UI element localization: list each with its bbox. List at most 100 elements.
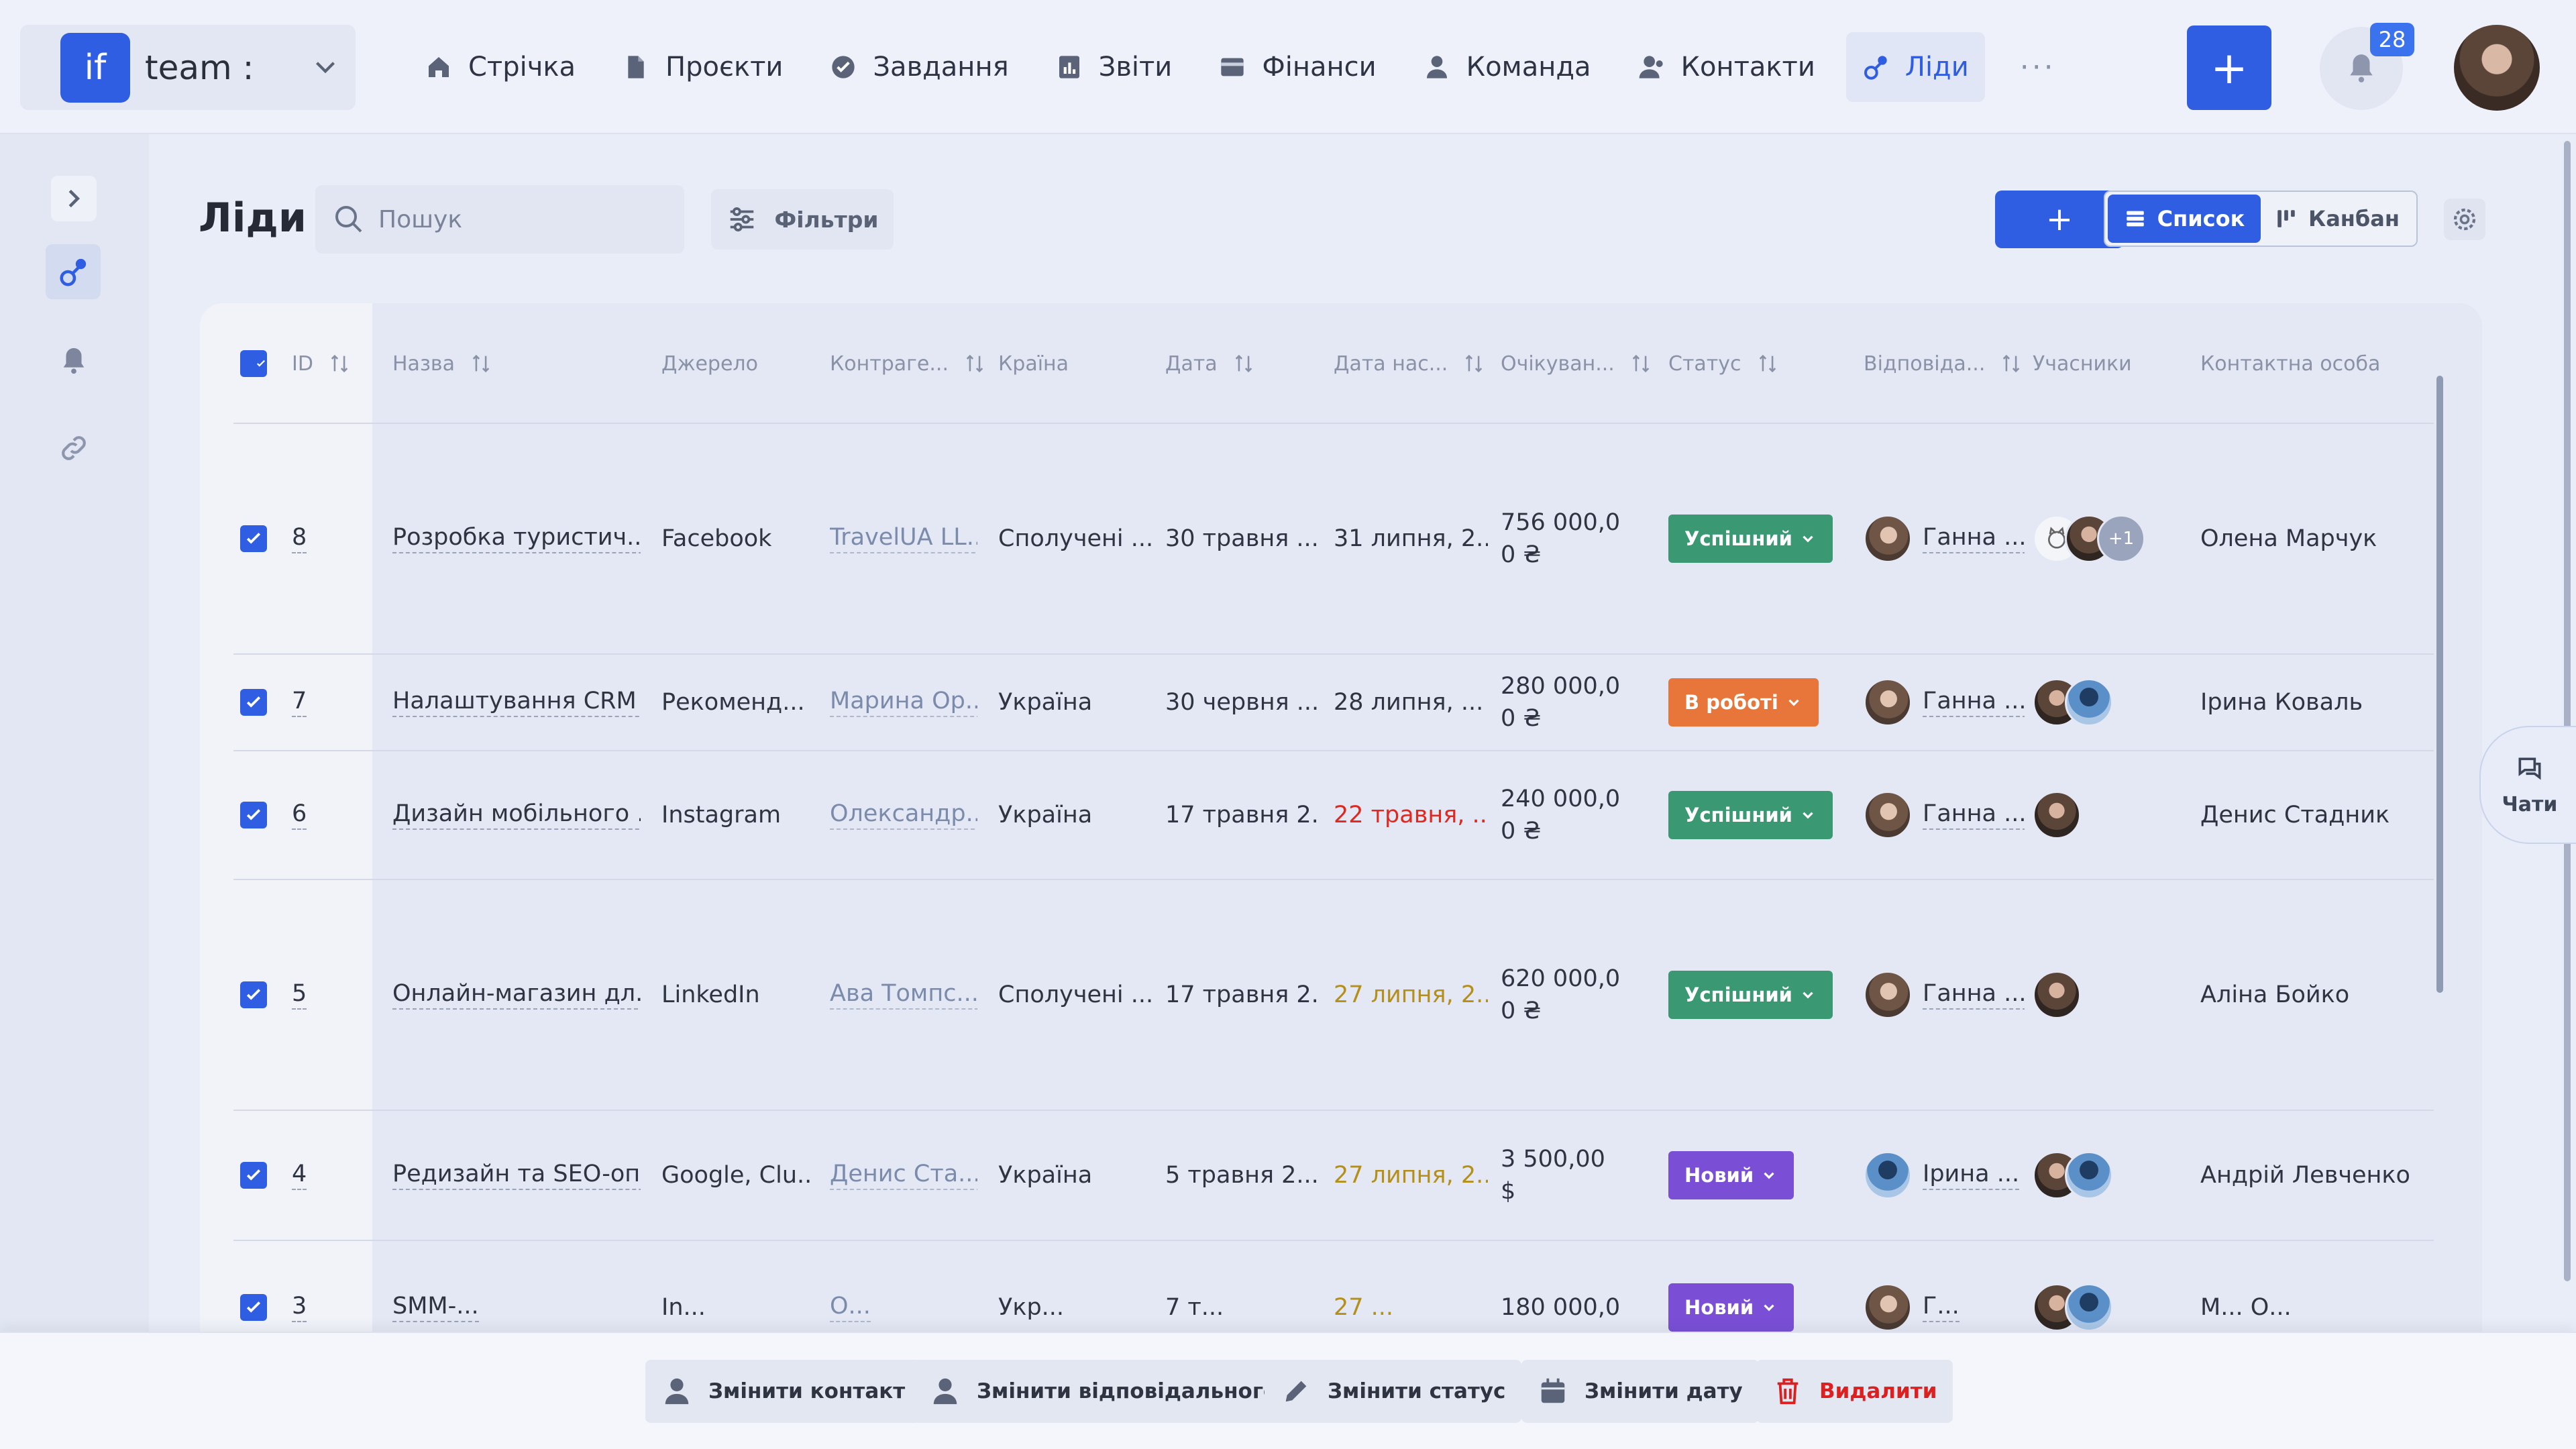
sidebar-item-leads[interactable]	[46, 244, 101, 299]
sidebar-expand-button[interactable]	[51, 176, 97, 221]
search-box[interactable]	[315, 185, 684, 254]
nav-item-projects[interactable]: Проєкти	[606, 32, 799, 102]
row-id[interactable]: 4	[292, 1111, 307, 1240]
nav-item-tasks[interactable]: Завдання	[814, 32, 1024, 102]
status-badge[interactable]: В роботі	[1668, 678, 1819, 727]
row-checkbox[interactable]	[240, 424, 267, 653]
row-name[interactable]: Дизайн мобільного ...	[392, 751, 641, 879]
link-icon	[62, 436, 86, 460]
row-counterparty[interactable]: Марина Ор...	[830, 655, 977, 750]
column-header-id[interactable]: ID	[292, 303, 351, 424]
row-responsible[interactable]: Ірина ...	[1864, 1111, 2025, 1240]
filters-button[interactable]: Фільтри	[711, 189, 894, 250]
view-kanban-button[interactable]: Канбан	[2261, 195, 2414, 243]
status-badge[interactable]: Успішний	[1668, 515, 1833, 563]
search-input[interactable]	[378, 205, 660, 233]
column-header-next-date[interactable]: Дата нас...	[1334, 303, 1485, 424]
nav-more-button[interactable]: ···	[2020, 50, 2056, 85]
delete-button[interactable]: Видалити	[1756, 1360, 1953, 1423]
view-list-button[interactable]: Список	[2108, 195, 2261, 243]
workspace-switcher[interactable]: if team :	[20, 25, 356, 110]
row-counterparty[interactable]: Денис Ста...	[830, 1111, 977, 1240]
row-status[interactable]: В роботі	[1668, 655, 1819, 750]
sliders-icon	[730, 207, 753, 232]
nav-item-feed[interactable]: Стрічка	[409, 32, 592, 102]
chats-button[interactable]: Чати	[2479, 726, 2576, 844]
check-icon	[246, 809, 261, 820]
member-avatar[interactable]	[2065, 1283, 2113, 1332]
nav-label: Ліди	[1904, 52, 1969, 83]
page-scrollbar[interactable]	[2564, 141, 2571, 1281]
row-name[interactable]: Онлайн-магазин дл...	[392, 880, 641, 1110]
nav-item-contacts[interactable]: Контакти	[1622, 32, 1831, 102]
sort-icon	[331, 354, 348, 373]
row-status[interactable]: Успішний	[1668, 880, 1833, 1110]
table-row[interactable]: 6 Дизайн мобільного ... Instagram Олекса…	[233, 751, 2434, 880]
member-avatar[interactable]	[2065, 678, 2113, 727]
status-badge[interactable]: Новий	[1668, 1283, 1794, 1332]
row-id[interactable]: 8	[292, 424, 307, 653]
row-counterparty[interactable]: Олександр...	[830, 751, 977, 879]
member-avatar[interactable]	[2033, 791, 2081, 839]
row-responsible[interactable]: Ганна ...	[1864, 655, 2025, 750]
row-counterparty[interactable]: Ава Томпс...	[830, 880, 977, 1110]
select-all-checkbox[interactable]	[240, 303, 267, 424]
more-members-badge[interactable]: +1	[2097, 515, 2145, 563]
row-id[interactable]: 7	[292, 655, 307, 750]
row-checkbox[interactable]	[240, 655, 267, 750]
nav-item-reports[interactable]: Звіти	[1040, 32, 1189, 102]
row-responsible[interactable]: Ганна ...	[1864, 751, 2025, 879]
table-scrollbar[interactable]	[2436, 376, 2443, 993]
row-next-date: 28 липня, ...	[1334, 689, 1484, 716]
row-contact: Олена Марчук	[2200, 525, 2377, 552]
row-name[interactable]: Налаштування CRM ...	[392, 655, 641, 750]
row-name[interactable]: Редизайн та SEO-оп...	[392, 1111, 641, 1240]
member-avatar[interactable]	[2065, 1151, 2113, 1199]
column-header-responsible[interactable]: Відповіда...	[1864, 303, 2023, 424]
gear-icon	[2453, 208, 2476, 231]
change-date-button[interactable]: Змінити дату	[1521, 1360, 1759, 1423]
row-checkbox[interactable]	[240, 880, 267, 1110]
nav-label: Контакти	[1680, 52, 1815, 83]
row-id[interactable]: 6	[292, 751, 307, 879]
row-status[interactable]: Новий	[1668, 1111, 1794, 1240]
table-row[interactable]: 4 Редизайн та SEO-оп... Google, Clu... Д…	[233, 1111, 2434, 1241]
sidebar-item-notifications[interactable]	[51, 338, 97, 384]
column-header-status[interactable]: Статус	[1668, 303, 1779, 424]
row-name[interactable]: Розробка туристич...	[392, 424, 641, 653]
leads-table: ID Назва Джерело Контраге... Країна Дата…	[200, 303, 2482, 1390]
table-row[interactable]: 8 Розробка туристич... Facebook TravelUA…	[233, 424, 2434, 655]
change-status-button[interactable]: Змінити статус	[1265, 1360, 1522, 1423]
row-id[interactable]: 5	[292, 880, 307, 1110]
row-checkbox[interactable]	[240, 1111, 267, 1240]
member-avatar[interactable]	[2033, 971, 2081, 1019]
leads-icon	[1864, 56, 1887, 80]
user-avatar[interactable]	[2454, 25, 2540, 111]
global-add-button[interactable]: +	[2187, 25, 2271, 110]
nav-item-leads[interactable]: Ліди	[1845, 32, 1985, 102]
row-checkbox[interactable]	[240, 751, 267, 879]
change-responsible-button[interactable]: Змінити відповідального	[914, 1360, 1294, 1423]
row-members	[2033, 1111, 2113, 1240]
table-settings-button[interactable]	[2444, 199, 2485, 240]
column-header-country: Країна	[998, 352, 1069, 376]
column-header-counterparty[interactable]: Контраге...	[830, 303, 986, 424]
nav-item-team[interactable]: Команда	[1407, 32, 1607, 102]
status-badge[interactable]: Успішний	[1668, 971, 1833, 1019]
column-header-expected[interactable]: Очікуван...	[1501, 303, 1652, 424]
row-responsible[interactable]: Ганна ...	[1864, 880, 2025, 1110]
row-responsible[interactable]: Ганна ...	[1864, 424, 2025, 653]
column-header-name[interactable]: Назва	[392, 303, 492, 424]
table-row[interactable]: 5 Онлайн-магазин дл... LinkedIn Ава Томп…	[233, 880, 2434, 1111]
change-contact-button[interactable]: Змінити контакт	[645, 1360, 922, 1423]
sidebar-item-links[interactable]	[51, 425, 97, 471]
sort-icon	[2003, 354, 2020, 373]
nav-item-finance[interactable]: Фінанси	[1203, 32, 1392, 102]
row-status[interactable]: Успішний	[1668, 751, 1833, 879]
row-status[interactable]: Успішний	[1668, 424, 1833, 653]
status-badge[interactable]: Новий	[1668, 1151, 1794, 1199]
status-badge[interactable]: Успішний	[1668, 791, 1833, 839]
row-counterparty[interactable]: TravelUA LL...	[830, 424, 977, 653]
table-row[interactable]: 7 Налаштування CRM ... Рекоменд... Марин…	[233, 655, 2434, 751]
column-header-date[interactable]: Дата	[1165, 303, 1255, 424]
